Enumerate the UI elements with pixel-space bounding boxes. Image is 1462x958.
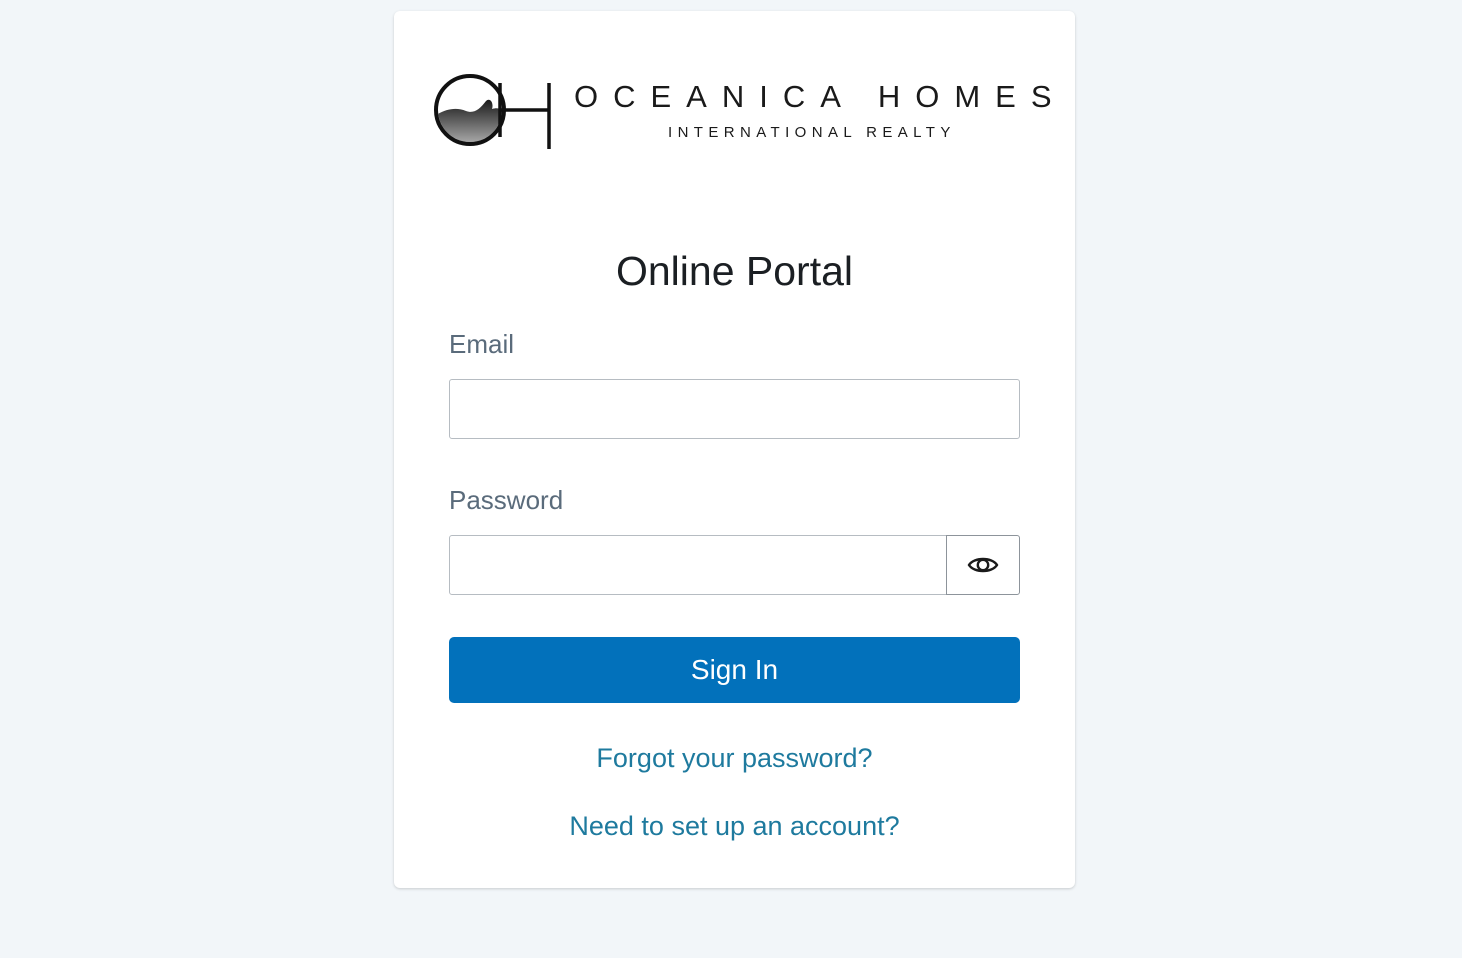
show-password-button[interactable]: [946, 535, 1020, 595]
email-input[interactable]: [449, 379, 1020, 439]
eye-icon: [967, 554, 999, 576]
forgot-password-link[interactable]: Forgot your password?: [394, 742, 1075, 774]
password-label: Password: [449, 485, 564, 515]
sign-in-button[interactable]: Sign In: [449, 637, 1020, 703]
logo-company-name: OCEANICA HOMES: [574, 79, 1067, 114]
password-input[interactable]: [449, 535, 947, 595]
login-card: OCEANICA HOMES INTERNATIONAL REALTY Onli…: [394, 11, 1075, 888]
oh-logo-mark: [432, 69, 556, 149]
setup-account-link[interactable]: Need to set up an account?: [394, 810, 1075, 842]
page-title: Online Portal: [615, 248, 853, 294]
logo-tagline: INTERNATIONAL REALTY: [668, 124, 956, 141]
company-logo: OCEANICA HOMES INTERNATIONAL REALTY: [432, 69, 1052, 149]
email-label: Email: [449, 329, 515, 359]
